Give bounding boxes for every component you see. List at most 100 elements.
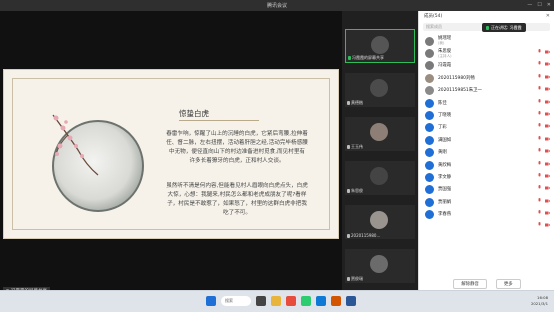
camera-off-icon[interactable]	[545, 151, 550, 166]
slide-text-line: 子，村民是不敢惹了，如果怒了，村里的这群白虎非把我	[167, 201, 307, 207]
member-row[interactable]: 李文静	[419, 171, 554, 190]
maximize-icon[interactable]: ☐	[537, 2, 541, 8]
mic-icon	[347, 101, 350, 105]
member-name: 贾丽娟	[438, 199, 452, 205]
member-name: 黄刚	[438, 150, 447, 156]
mic-muted-icon[interactable]	[538, 138, 541, 152]
more-button[interactable]: 更多	[495, 279, 521, 289]
camera-off-icon[interactable]	[545, 175, 550, 190]
mic-muted-icon[interactable]	[538, 64, 541, 78]
mic-muted-icon[interactable]	[538, 212, 541, 226]
mic-muted-icon[interactable]	[538, 51, 541, 65]
mic-muted-icon[interactable]	[538, 76, 541, 90]
camera-off-icon[interactable]	[545, 39, 550, 54]
slide-text-line: 春雷乍响，惊醒了山上的沉睡的白虎，它紧后弯腰,拉伸着	[166, 131, 308, 137]
mic-icon	[347, 189, 350, 193]
member-role: (主持人)	[438, 53, 452, 58]
camera-off-icon[interactable]	[545, 163, 550, 178]
mic-muted-icon[interactable]	[538, 151, 541, 165]
member-row[interactable]: 朱思俊 (主持人)	[419, 47, 554, 66]
member-name: 李春燕	[438, 212, 452, 218]
slide-text-line: 虽然听不清是何内容,但能看见村人眉眼向白虎点头，白虎	[166, 183, 308, 189]
member-row[interactable]: 陈佳	[419, 97, 554, 116]
camera-off-icon[interactable]	[545, 188, 550, 203]
avatar	[425, 73, 434, 83]
mic-muted-icon[interactable]	[538, 39, 541, 53]
close-icon[interactable]: ✕	[547, 2, 551, 8]
member-name: 丁彩	[438, 125, 447, 131]
member-name: 满国如	[438, 137, 452, 143]
member-row[interactable]: 20201159851朱卫一	[419, 85, 554, 104]
unmute-all-button[interactable]: 解除静音	[453, 279, 487, 289]
camera-off-icon[interactable]	[545, 113, 550, 128]
app-icon[interactable]	[286, 296, 296, 306]
member-name: 陈佳	[438, 100, 447, 106]
member-row[interactable]: 姚瑶瑶 (我)	[419, 35, 554, 54]
camera-off-icon[interactable]	[545, 212, 550, 227]
mic-muted-icon[interactable]	[538, 175, 541, 189]
task-view-icon[interactable]	[256, 296, 266, 306]
avatar	[425, 185, 434, 195]
member-row[interactable]: 丁晓晓	[419, 109, 554, 128]
slide-paragraph-2: 虽然听不清是何内容,但能看见村人眉眼向白虎点头，白虎 大惊，心想：我腿来,村民怎么…	[152, 182, 322, 218]
camera-off-icon[interactable]	[545, 200, 550, 215]
taskbar-search[interactable]: 搜索	[221, 296, 251, 306]
video-tile[interactable]: 王玉伟	[345, 117, 415, 151]
mic-muted-icon[interactable]	[538, 200, 541, 214]
mic-muted-icon[interactable]	[538, 126, 541, 140]
close-icon[interactable]: ✕	[546, 13, 550, 19]
members-panel: 成员(54) ✕ 搜索成员 正在讲话: 冯霞霞 姚瑶瑶 (我) 朱思俊 (主持人) 冯霞…	[418, 11, 554, 290]
slide-text-line: 吃了不可。	[223, 210, 251, 216]
member-row[interactable]: 冯霞霞	[419, 60, 554, 79]
mic-icon	[348, 56, 351, 60]
video-tile[interactable]: 朱思俊	[345, 161, 415, 195]
member-row[interactable]: 李春燕	[419, 208, 554, 227]
camera-off-icon[interactable]	[545, 64, 550, 79]
minimize-icon[interactable]: —	[527, 2, 532, 8]
mic-icon	[347, 145, 350, 149]
camera-off-icon[interactable]	[545, 51, 550, 66]
mic-muted-icon[interactable]	[538, 188, 541, 202]
video-strip: 冯霞霞的屏幕共享 黄德楷 王玉伟 朱思俊 2020115980... 贾俊瑞	[342, 11, 418, 290]
windows-start-icon[interactable]	[206, 296, 216, 306]
camera-off-icon[interactable]	[545, 89, 550, 104]
avatar	[425, 148, 434, 158]
video-tile[interactable]: 冯霞霞的屏幕共享	[345, 29, 415, 63]
video-tile[interactable]: 黄德楷	[345, 73, 415, 107]
mic-muted-icon[interactable]	[538, 101, 541, 115]
folder-icon[interactable]	[271, 296, 281, 306]
title-bar: 腾讯会议 — ☐ ✕	[0, 0, 554, 11]
camera-off-icon[interactable]	[545, 76, 550, 91]
mic-muted-icon[interactable]	[538, 163, 541, 177]
mic-muted-icon[interactable]	[538, 113, 541, 127]
mic-muted-icon[interactable]	[538, 89, 541, 103]
member-role: (我)	[438, 41, 445, 46]
member-row[interactable]: 黄刚	[419, 147, 554, 166]
camera-off-icon[interactable]	[545, 126, 550, 141]
browser-icon[interactable]	[301, 296, 311, 306]
meeting-window: 腾讯会议 — ☐ ✕ 惊蛰白虎 春雷乍响，惊醒了山上的沉睡的白虎，它紧后弯腰,拉…	[0, 0, 554, 295]
member-row[interactable]: 丁彩	[419, 122, 554, 141]
camera-off-icon[interactable]	[545, 101, 550, 116]
video-tile[interactable]: 2020115980...	[345, 205, 415, 239]
meeting-app-icon[interactable]	[316, 296, 326, 306]
avatar	[425, 98, 434, 108]
word-icon[interactable]	[346, 296, 356, 306]
slide-title: 惊蛰白虎	[179, 109, 209, 118]
avatar	[425, 172, 434, 182]
system-clock[interactable]: 16:08 2021/3/1	[531, 295, 548, 307]
camera-off-icon[interactable]	[545, 138, 550, 153]
screen-share-area: 惊蛰白虎 春雷乍响，惊醒了山上的沉睡的白虎，它紧后弯腰,拉伸着 任、督二脉，左右扭…	[0, 11, 342, 295]
member-name: 丁晓晓	[438, 113, 452, 119]
ppt-icon[interactable]	[331, 296, 341, 306]
member-name: 贾国强	[438, 187, 452, 193]
member-row[interactable]: 黄欣梅	[419, 159, 554, 178]
video-tile[interactable]: 贾俊瑞	[345, 249, 415, 283]
member-row[interactable]: 贾丽娟	[419, 196, 554, 215]
member-row[interactable]: 贾国强	[419, 184, 554, 203]
mic-icon	[347, 233, 350, 238]
avatar	[425, 36, 434, 46]
member-row[interactable]: 满国如	[419, 134, 554, 153]
member-row[interactable]: 2020115980刘畅	[419, 72, 554, 91]
avatar	[425, 160, 434, 170]
